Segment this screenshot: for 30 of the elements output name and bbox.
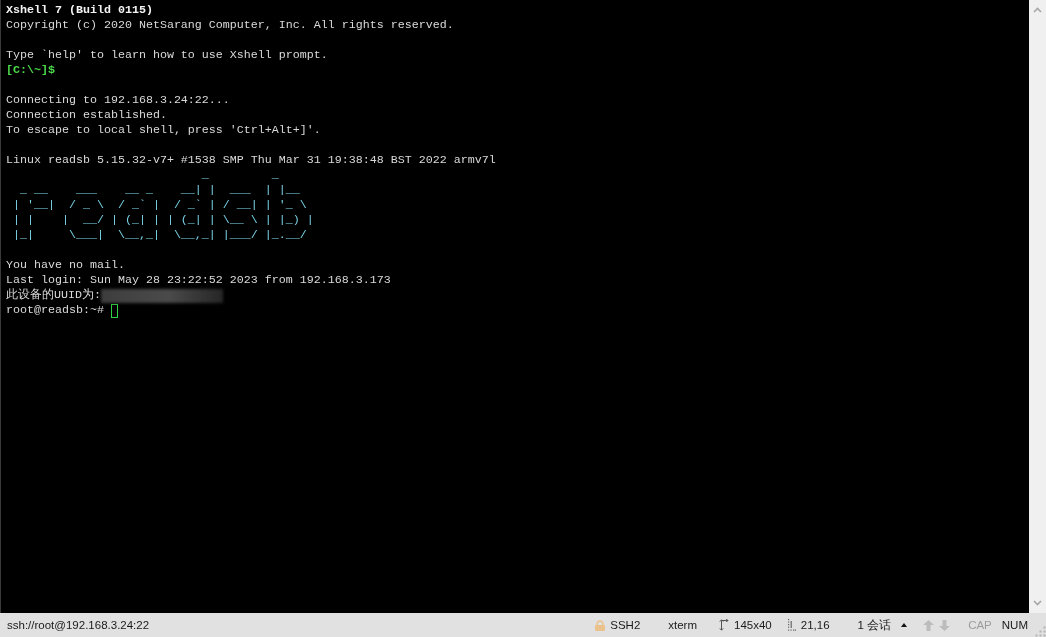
terminal-line: Type `help' to learn how to use Xshell prompt. [6,48,328,62]
resize-grip-icon[interactable] [1034,625,1046,637]
terminal-panel[interactable] [0,0,1029,613]
terminal-line: Copyright (c) 2020 NetSarang Computer, Inc. All rights reserved. [6,18,454,32]
dotted-cursor-icon [787,619,796,631]
key-lock-indicator: NUM [1001,619,1028,631]
scrollbar[interactable] [1029,0,1046,613]
prompt-text: [C:\~]$ [6,63,55,77]
caret-up-icon[interactable] [901,623,908,627]
cursor-position-label: 21,16 [800,619,830,631]
terminal-line: Connection established. [6,108,167,122]
prompt-text: root@readsb:~# [6,303,104,317]
ascii-art-text: _ _ _ __ ___ __ _ __| | ___ | |__ | '__| / _ \ / _` | / _` | / __| | '_ \ | | | __/ | (_| | | (_| | \__ \ | |_) | |_| \___| \__,_| \__,_| |___/ |_.__/ [12,168,314,243]
terminal-type-label: xterm [668,619,698,631]
terminal-line: Xshell 7 (Build 0115) [6,3,153,17]
chevron-up-icon[interactable] [1033,7,1042,13]
terminal-line: Connecting to 192.168.3.24:22... [6,93,230,107]
terminal-size-label: 145x40 [734,619,772,631]
protocol-label: SSH2 [610,619,641,631]
terminal-line: You have no mail. [6,258,125,272]
connection-address: ssh://root@192.168.3.24:22 [7,619,150,631]
session-count-label[interactable]: 1 会话 [857,617,892,633]
terminal-line: To escape to local shell, press 'Ctrl+Alt+]'. [6,123,321,137]
key-lock-indicator: CAP [968,619,992,631]
corner-arrows-icon [719,619,730,631]
terminal-line: Linux readsb 5.15.32-v7+ #1538 SMP Thu Mar 31 19:38:48 BST 2022 armv7l [6,153,496,167]
terminal-line: 此设备的UUID为: [6,288,101,302]
terminal-line: Last login: Sun May 28 23:22:52 2023 from 192.168.3.173 [6,273,391,287]
padlock-icon [595,619,606,631]
chevron-down-icon[interactable] [1033,600,1042,606]
